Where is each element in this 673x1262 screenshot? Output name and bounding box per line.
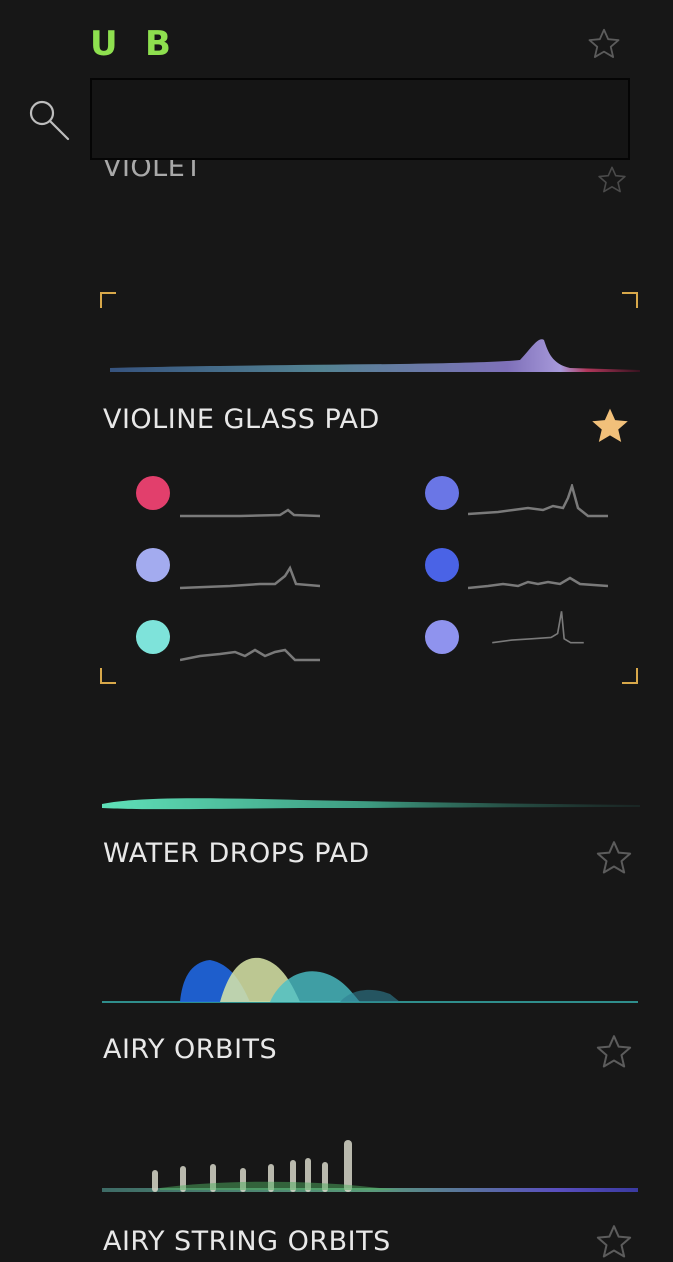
preset-airy-orbits-favorite-star-icon[interactable] bbox=[594, 1032, 634, 1072]
preset-airy-string-orbits-favorite-star-icon[interactable] bbox=[594, 1222, 634, 1262]
preset-name-airy-string-orbits[interactable]: AIRY STRING ORBITS bbox=[103, 1226, 391, 1257]
search-icon[interactable] bbox=[24, 95, 72, 143]
macro-4-curve bbox=[468, 576, 608, 590]
macro-6-dot[interactable] bbox=[425, 620, 459, 654]
macro-1-dot[interactable] bbox=[136, 476, 170, 510]
selection-bracket-top-left bbox=[100, 292, 116, 308]
selection-bracket-top-right bbox=[622, 292, 638, 308]
preset-name-water-drops-pad[interactable]: WATER DROPS PAD bbox=[103, 838, 370, 869]
search-input[interactable] bbox=[90, 78, 630, 160]
user-filter-button[interactable]: U bbox=[90, 24, 118, 64]
macro-6-curve bbox=[492, 611, 584, 644]
macro-3-curve bbox=[180, 565, 320, 590]
favorites-filter-star-icon[interactable] bbox=[586, 26, 622, 62]
selection-bracket-bottom-right bbox=[622, 668, 638, 684]
preset-name-airy-orbits[interactable]: AIRY ORBITS bbox=[103, 1034, 277, 1065]
macro-5-curve bbox=[180, 648, 320, 662]
macro-3-dot[interactable] bbox=[136, 548, 170, 582]
preset-violet-favorite-star-icon[interactable] bbox=[596, 164, 628, 196]
macro-1-curve bbox=[180, 508, 320, 518]
macro-5-dot[interactable] bbox=[136, 620, 170, 654]
preset-violine-glass-pad-favorite-star-icon[interactable] bbox=[588, 404, 632, 448]
selection-bracket-bottom-left bbox=[100, 668, 116, 684]
preset-waveform-airy-orbits bbox=[102, 957, 638, 1003]
preset-waveform-violine-glass-pad bbox=[110, 339, 640, 372]
preset-name-violine-glass-pad[interactable]: VIOLINE GLASS PAD bbox=[103, 404, 380, 435]
macro-4-dot[interactable] bbox=[425, 548, 459, 582]
bank-filter-button[interactable]: B bbox=[145, 24, 171, 64]
macro-2-curve bbox=[468, 484, 608, 518]
macro-2-dot[interactable] bbox=[425, 476, 459, 510]
preset-waveform-water-drops-pad bbox=[102, 798, 640, 810]
preset-waveform-airy-string-orbits bbox=[102, 1140, 638, 1192]
preset-water-drops-pad-favorite-star-icon[interactable] bbox=[594, 838, 634, 878]
